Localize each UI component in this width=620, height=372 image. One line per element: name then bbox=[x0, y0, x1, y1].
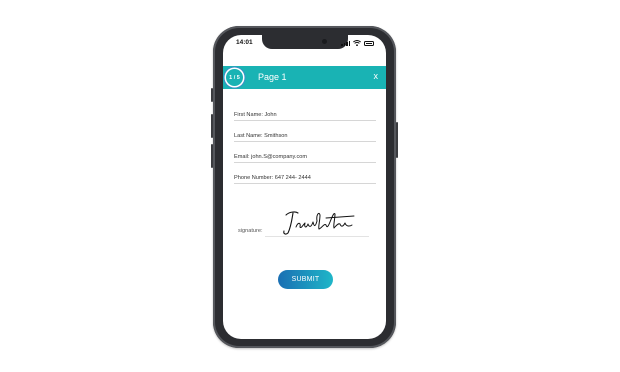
submit-button[interactable]: SUBMIT bbox=[278, 270, 333, 289]
signature-label: signature: bbox=[238, 228, 263, 234]
page-title: Page 1 bbox=[258, 72, 287, 82]
power-button bbox=[396, 122, 398, 158]
status-time: 14:01 bbox=[236, 39, 253, 46]
wifi-icon bbox=[353, 40, 361, 46]
first-name-field[interactable]: First Name: John bbox=[234, 111, 376, 121]
email-field[interactable]: Email: john.S@company.com bbox=[234, 153, 376, 163]
notch bbox=[262, 35, 348, 49]
front-camera bbox=[322, 39, 327, 44]
phone-number-field[interactable]: Phone Number: 647 244- 2444 bbox=[234, 174, 376, 184]
form-header: 1 / 5 Page 1 x bbox=[223, 66, 386, 89]
signal-bars-icon bbox=[341, 41, 350, 46]
phone-frame: 14:01 1 / 5 Page 1 x First Name: John La… bbox=[211, 26, 398, 348]
status-icons bbox=[341, 40, 374, 46]
close-icon[interactable]: x bbox=[374, 70, 379, 82]
phone-screen: 14:01 1 / 5 Page 1 x First Name: John La… bbox=[223, 35, 386, 339]
volume-up-button bbox=[211, 114, 213, 138]
signature-image[interactable] bbox=[280, 207, 358, 238]
page-progress-badge: 1 / 5 bbox=[226, 69, 243, 86]
silent-switch bbox=[211, 88, 213, 102]
last-name-field[interactable]: Last Name: Smithson bbox=[234, 132, 376, 142]
volume-down-button bbox=[211, 144, 213, 168]
battery-icon bbox=[364, 41, 374, 46]
